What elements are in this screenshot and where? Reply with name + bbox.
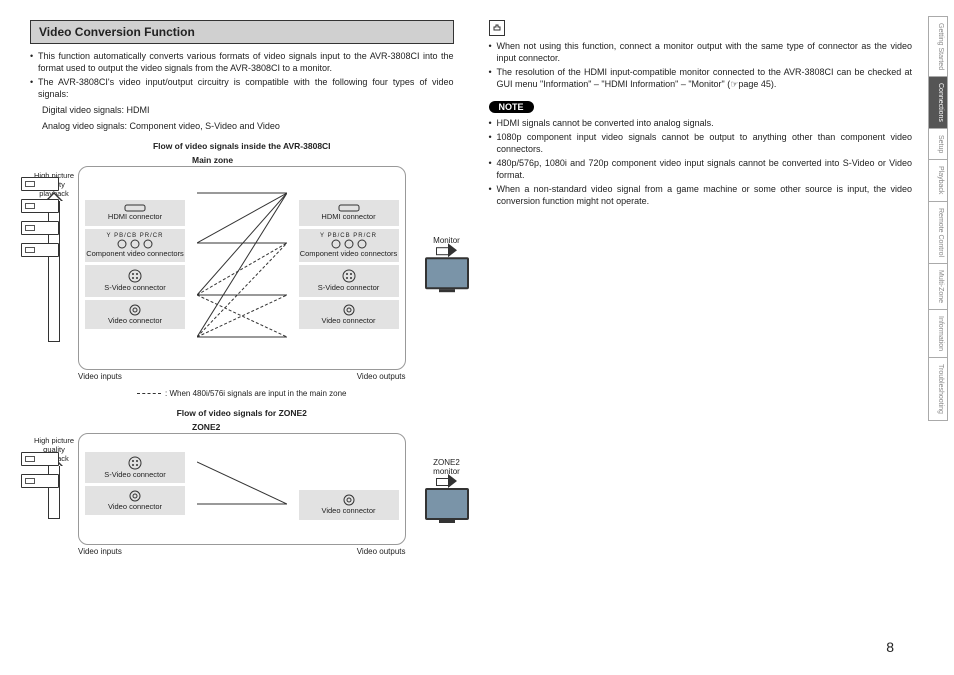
outputs-label: Video outputs (357, 547, 406, 556)
right-bullet: When not using this function, connect a … (489, 40, 913, 64)
input-devices (21, 452, 59, 488)
right-column: When not using this function, connect a … (489, 20, 925, 556)
note-bullet: HDMI signals cannot be converted into an… (489, 117, 913, 129)
inputs-label: Video inputs (78, 372, 122, 381)
device-icon (21, 474, 59, 488)
video-out-node: Video connector (299, 490, 399, 519)
zone2-monitor-label: ZONE2 monitor (425, 458, 469, 476)
monitor-icon (425, 488, 469, 520)
page-number: 8 (886, 639, 894, 655)
device-icon (21, 243, 59, 257)
tab-connections[interactable]: Connections (929, 77, 947, 129)
diagram2-title: Flow of video signals for ZONE2 (30, 408, 454, 418)
svideo-in-node: S-Video connector (85, 265, 185, 296)
device-icon (21, 199, 59, 213)
diagram1-title: Flow of video signals inside the AVR-380… (30, 141, 454, 151)
device-icon (21, 452, 59, 466)
component-out-node: Y PB/CB PR/CRComponent video connectors (299, 229, 399, 263)
note-label: NOTE (489, 101, 534, 113)
diagram1-frame: High picture quality playback HDMI conne… (78, 166, 406, 370)
outputs-label: Video outputs (357, 372, 406, 381)
hand-point-icon (489, 20, 505, 36)
tab-troubleshooting[interactable]: Troubleshooting (929, 358, 947, 420)
device-icon (21, 177, 59, 191)
digital-signals: Digital video signals: HDMI (30, 105, 454, 115)
section-title: Video Conversion Function (30, 20, 454, 44)
video-out-node: Video connector (299, 300, 399, 329)
arrow-right-icon (436, 245, 458, 255)
note-bullet: When a non-standard video signal from a … (489, 183, 913, 207)
input-devices (21, 177, 59, 257)
component-in-node: Y PB/CB PR/CRComponent video connectors (85, 229, 185, 263)
note-bullet: 1080p component input video signals cann… (489, 131, 913, 155)
intro-bullet: This function automatically converts var… (30, 50, 454, 74)
inputs-label: Video inputs (78, 547, 122, 556)
tab-setup[interactable]: Setup (929, 129, 947, 160)
arrow-right-icon (436, 476, 458, 486)
intro-bullet: The AVR-3808CI's video input/output circ… (30, 76, 454, 100)
left-column: Video Conversion Function This function … (30, 20, 454, 556)
tab-getting-started[interactable]: Getting Started (929, 17, 947, 77)
note-bullets: HDMI signals cannot be converted into an… (489, 117, 913, 208)
tab-multi-zone[interactable]: Multi-Zone (929, 264, 947, 310)
right-bullet: The resolution of the HDMI input-compati… (489, 66, 913, 90)
intro-bullets: This function automatically converts var… (30, 50, 454, 101)
signal-flow-lines (197, 175, 287, 355)
tab-playback[interactable]: Playback (929, 160, 947, 201)
right-top-bullets: When not using this function, connect a … (489, 40, 913, 91)
svideo-out-node: S-Video connector (299, 265, 399, 296)
monitor-icon (425, 257, 469, 289)
tab-remote-control[interactable]: Remote Control (929, 202, 947, 264)
hdmi-out-node: HDMI connector (299, 200, 399, 225)
svideo-in-node: S-Video connector (85, 452, 185, 483)
signal-flow-lines (197, 442, 287, 526)
hdmi-in-node: HDMI connector (85, 200, 185, 225)
side-nav-tabs: Getting Started Connections Setup Playba… (928, 16, 948, 421)
tab-information[interactable]: Information (929, 310, 947, 358)
diagram2-frame: High picture quality playback S-Video co… (78, 433, 406, 545)
video-in-node: Video connector (85, 300, 185, 329)
analog-signals: Analog video signals: Component video, S… (30, 121, 454, 131)
video-in-node: Video connector (85, 486, 185, 515)
diagram1-legend: : When 480i/576i signals are input in th… (30, 389, 454, 398)
note-bullet: 480p/576p, 1080i and 720p component vide… (489, 157, 913, 181)
device-icon (21, 221, 59, 235)
